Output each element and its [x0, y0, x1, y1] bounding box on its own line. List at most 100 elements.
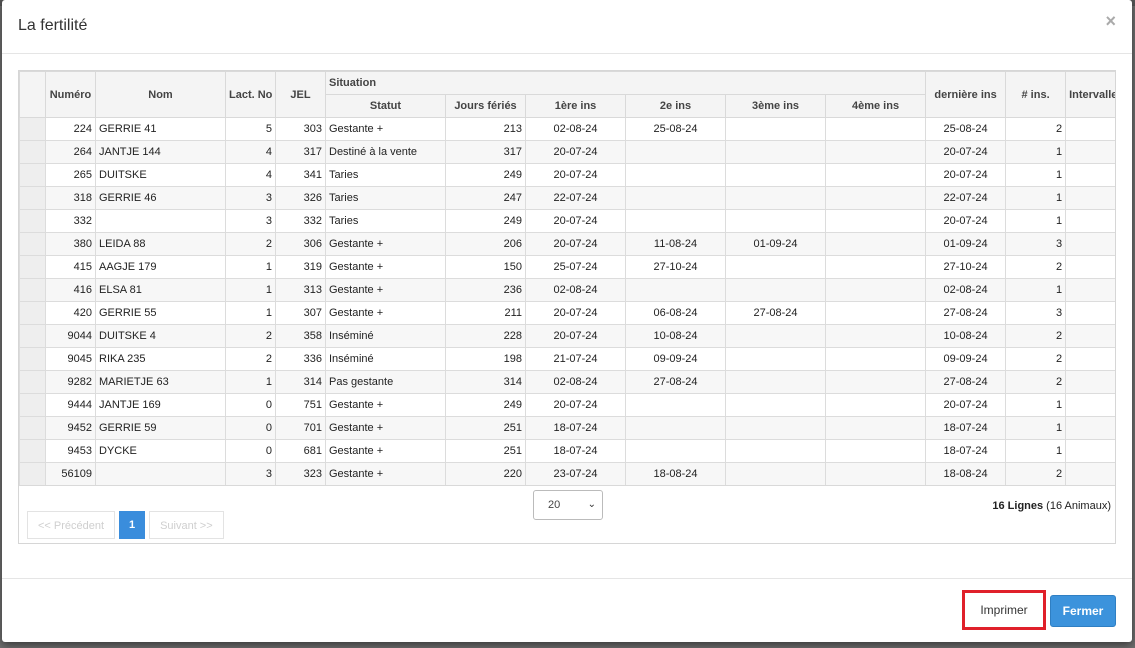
row-selector[interactable] [19, 255, 46, 279]
cell-ins1: 20-07-24 [525, 393, 626, 417]
row-selector[interactable] [19, 370, 46, 394]
next-page-button[interactable]: Suivant >> [149, 511, 224, 539]
cell-statut: Gestante + [325, 232, 446, 256]
table-row[interactable]: 318 GERRIE 46 3 326 Taries 247 22-07-24 22-07-2… [19, 186, 1115, 210]
table-row[interactable]: 380 LEIDA 88 2 306 Gestante +206 20-07-24 11-0… [19, 232, 1115, 256]
cell-ins4 [824, 393, 927, 417]
table-row[interactable]: 265 DUITSKE 4 341 Taries 249 20-07-24 20-07-24 1… [19, 163, 1115, 187]
cell-nom: AAGJE 179 [95, 255, 226, 279]
cell-statut: Inséminé [325, 324, 446, 348]
print-button[interactable]: Imprimer [962, 590, 1046, 630]
row-selector[interactable] [19, 393, 46, 417]
cell-nom: JANTJE 169 [95, 393, 226, 417]
col-header-ins3[interactable]: 3ème ins [725, 94, 826, 118]
cell-intervalle [1065, 370, 1115, 394]
cell-ins3 [725, 209, 826, 233]
col-header-ins1[interactable]: 1ère ins [525, 94, 626, 118]
table-row[interactable]: 9282 MARIETJE 63 1 314 Pas gestante 314 02-08-… [19, 370, 1115, 394]
row-selector[interactable] [19, 278, 46, 302]
page-1-button[interactable]: 1 [119, 511, 146, 539]
table-row[interactable]: 420 GERRIE 55 1 307 Gestante +211 20-07-24 06-… [19, 301, 1115, 325]
col-header-lact[interactable]: Lact. No [225, 71, 276, 118]
close-button[interactable]: Fermer [1050, 595, 1116, 627]
col-header-intervalle[interactable]: Intervalle [1065, 71, 1115, 118]
row-selector[interactable] [19, 232, 46, 256]
col-header-statut[interactable]: Statut [325, 94, 446, 118]
table-row[interactable]: 56109 3 323 Gestante +220 23-07-24 18-08-24 18… [19, 462, 1115, 486]
row-selector[interactable] [19, 117, 46, 141]
col-header-nb-ins[interactable]: # ins. [1005, 71, 1067, 118]
row-selector[interactable] [19, 209, 46, 233]
table-row[interactable]: 415 AAGJE 179 1 319 Gestante +150 25-07-24 27-… [19, 255, 1115, 279]
cell-ins4 [824, 186, 927, 210]
cell-nom [95, 209, 226, 233]
cell-nb-ins: 1 [1005, 393, 1067, 417]
cell-ins4 [824, 347, 927, 371]
row-selector[interactable] [19, 462, 46, 486]
cell-ins1: 20-07-24 [525, 324, 626, 348]
cell-derniere-ins: 10-08-24 [925, 324, 1007, 348]
table-row[interactable]: 9444 JANTJE 169 0 751 Gestante +249 20-07-24 2… [19, 393, 1115, 417]
row-selector[interactable] [19, 163, 46, 187]
cell-jel: 358 [275, 324, 326, 348]
table-row[interactable]: 264 JANTJE 144 4 317 Destiné à la vente 317 20… [19, 140, 1115, 164]
fertility-table: Numéro Nom Lact. No JEL Situation derniè… [19, 71, 1115, 486]
cell-intervalle: 782 [1065, 393, 1115, 417]
table-row[interactable]: 9044 DUITSKE 4 2 358 Inséminé 228 20-07-24 10-0… [19, 324, 1115, 348]
cell-derniere-ins: 27-10-24 [925, 255, 1007, 279]
cell-statut: Gestante + [325, 462, 446, 486]
cell-statut: Taries [325, 209, 446, 233]
col-header-jours-feries[interactable]: Jours fériés [445, 94, 526, 118]
table-row[interactable]: 416 ELSA 81 1 313 Gestante +236 02-08-24 02-08… [19, 278, 1115, 302]
cell-ins4 [824, 209, 927, 233]
pagination: << Précédent 1 Suivant >> [27, 511, 224, 539]
table-row[interactable]: 9045 RIKA 235 2 336 Inséminé 198 21-07-24 09-09… [19, 347, 1115, 371]
cell-jel: 319 [275, 255, 326, 279]
row-selector[interactable] [19, 140, 46, 164]
cell-intervalle: 449 [1065, 255, 1115, 279]
cell-statut: Gestante + [325, 393, 446, 417]
row-selector[interactable] [19, 439, 46, 463]
close-icon[interactable]: × [1105, 12, 1116, 30]
row-selector[interactable] [19, 416, 46, 440]
cell-intervalle: 376 [1065, 301, 1115, 325]
cell-numero: 9044 [45, 324, 96, 348]
cell-lact: 3 [225, 186, 276, 210]
cell-ins2 [625, 393, 726, 417]
cell-derniere-ins: 09-09-24 [925, 347, 1007, 371]
cell-derniere-ins: 18-07-24 [925, 439, 1007, 463]
cell-nb-ins: 1 [1005, 140, 1067, 164]
col-header-ins2[interactable]: 2e ins [625, 94, 726, 118]
cell-ins3 [725, 347, 826, 371]
table-row[interactable]: 3323332Taries24920-07-2420-07-241363 [19, 209, 1115, 233]
row-selector[interactable] [19, 186, 46, 210]
cell-ins3: 27-08-24 [725, 301, 826, 325]
table-row[interactable]: 9453 DYCKE 0 681 Gestante +251 18-07-24 18-07-… [19, 439, 1115, 463]
prev-page-button[interactable]: << Précédent [27, 511, 116, 539]
row-selector[interactable] [19, 347, 46, 371]
table-row[interactable]: 9452 GERRIE 59 0 701 Gestante +251 18-07-24 18… [19, 416, 1115, 440]
col-header-ins4[interactable]: 4ème ins [824, 94, 927, 118]
table-row[interactable]: 224 GERRIE 41 5 303 Gestante +213 02-08-24 25-… [19, 117, 1115, 141]
cell-nb-ins: 1 [1005, 278, 1067, 302]
cell-ins1: 20-07-24 [525, 301, 626, 325]
cell-ins1: 20-07-24 [525, 232, 626, 256]
col-header-nom[interactable]: Nom [95, 71, 226, 118]
page-size-select[interactable]: 20 ⌄ [533, 490, 603, 520]
cell-lact: 1 [225, 255, 276, 279]
col-header-jel[interactable]: JEL [275, 71, 326, 118]
cell-ins3: 01-09-24 [725, 232, 826, 256]
row-selector[interactable] [19, 324, 46, 348]
cell-ins2 [625, 140, 726, 164]
cell-derniere-ins: 01-09-24 [925, 232, 1007, 256]
cell-nb-ins: 2 [1005, 324, 1067, 348]
page-size-value: 20 [548, 499, 561, 511]
cell-ins2 [625, 209, 726, 233]
col-header-derniere-ins[interactable]: dernière ins [925, 71, 1007, 118]
row-selector[interactable] [19, 301, 46, 325]
cell-derniere-ins: 22-07-24 [925, 186, 1007, 210]
col-header-numero[interactable]: Numéro [45, 71, 96, 118]
cell-ins1: 21-07-24 [525, 347, 626, 371]
cell-nb-ins: 1 [1005, 439, 1067, 463]
cell-nom: LEIDA 88 [95, 232, 226, 256]
